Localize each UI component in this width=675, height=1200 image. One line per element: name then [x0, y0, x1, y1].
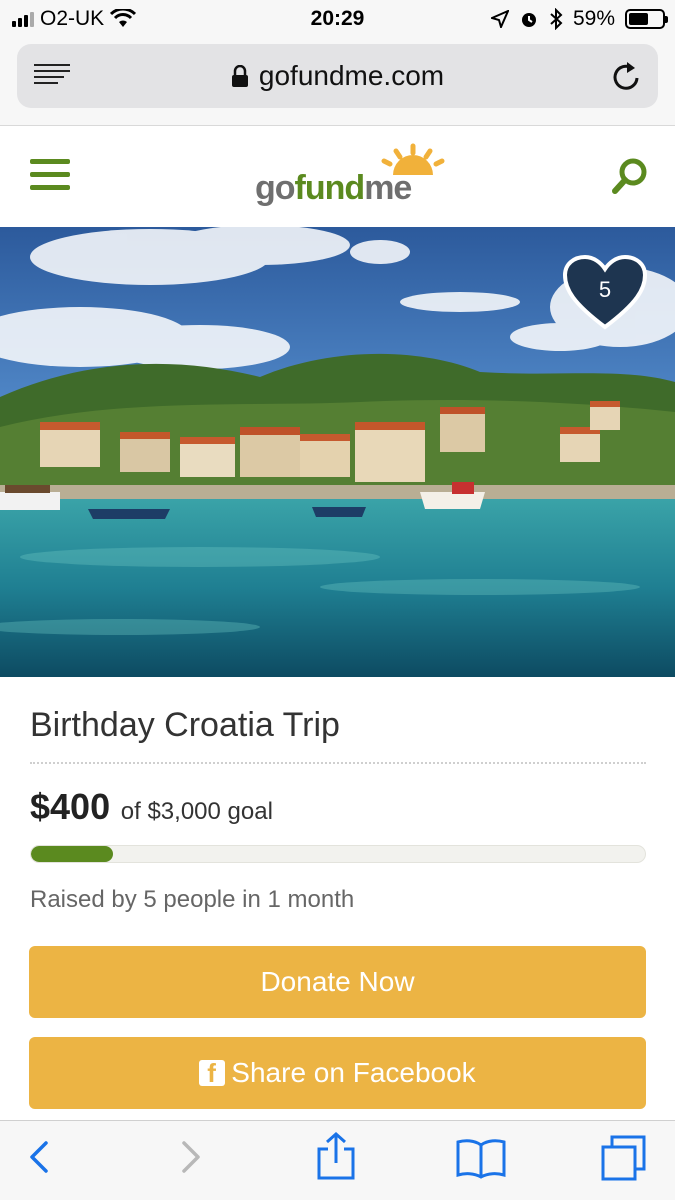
- share-icon[interactable]: [314, 1131, 358, 1181]
- funding-progress-bar: [30, 845, 646, 863]
- amount-summary: $400 of $3,000 goal: [30, 786, 273, 828]
- menu-icon[interactable]: [30, 159, 70, 191]
- forward-icon[interactable]: [176, 1135, 204, 1179]
- share-button-label: Share on Facebook: [231, 1057, 476, 1088]
- divider: [30, 762, 646, 764]
- favorite-heart-button[interactable]: 5: [562, 254, 648, 331]
- address-bar[interactable]: gofundme.com: [17, 44, 658, 108]
- battery-percent: 59%: [572, 7, 615, 30]
- raised-by-text: Raised by 5 people in 1 month: [30, 886, 355, 913]
- tabs-icon[interactable]: [600, 1135, 648, 1183]
- status-bar: O2-UK 20:29 59%: [0, 0, 675, 38]
- share-facebook-button[interactable]: Share on Facebook: [29, 1037, 646, 1109]
- search-icon[interactable]: [611, 157, 649, 195]
- alarm-icon: [521, 13, 536, 27]
- browser-address-area: gofundme.com: [0, 38, 675, 126]
- amount-raised: $400: [30, 786, 111, 827]
- reload-icon[interactable]: [612, 60, 642, 92]
- bluetooth-icon: [550, 8, 563, 30]
- browser-toolbar: [0, 1120, 675, 1200]
- goal-text: of $3,000 goal: [120, 798, 273, 825]
- site-header: gofundme: [0, 127, 675, 227]
- donate-button[interactable]: Donate Now: [29, 946, 646, 1018]
- status-right: 59%: [490, 7, 668, 31]
- gofundme-logo[interactable]: gofundme: [250, 143, 450, 215]
- favorite-count: 5: [598, 277, 612, 302]
- donate-button-label: Donate Now: [260, 966, 415, 997]
- facebook-icon: [199, 1058, 226, 1089]
- battery-level: [629, 13, 648, 25]
- url-display[interactable]: gofundme.com: [17, 60, 658, 92]
- battery-icon: [625, 9, 668, 29]
- back-icon[interactable]: [26, 1135, 54, 1179]
- campaign-image: 5: [0, 227, 675, 677]
- logo-text: gofundme: [255, 169, 412, 207]
- bookmarks-icon[interactable]: [456, 1137, 506, 1179]
- campaign-title: Birthday Croatia Trip: [30, 706, 340, 744]
- url-text: gofundme.com: [258, 60, 445, 91]
- lock-icon: [231, 65, 248, 87]
- progress-fill: [31, 846, 113, 862]
- location-arrow-icon: [490, 10, 509, 28]
